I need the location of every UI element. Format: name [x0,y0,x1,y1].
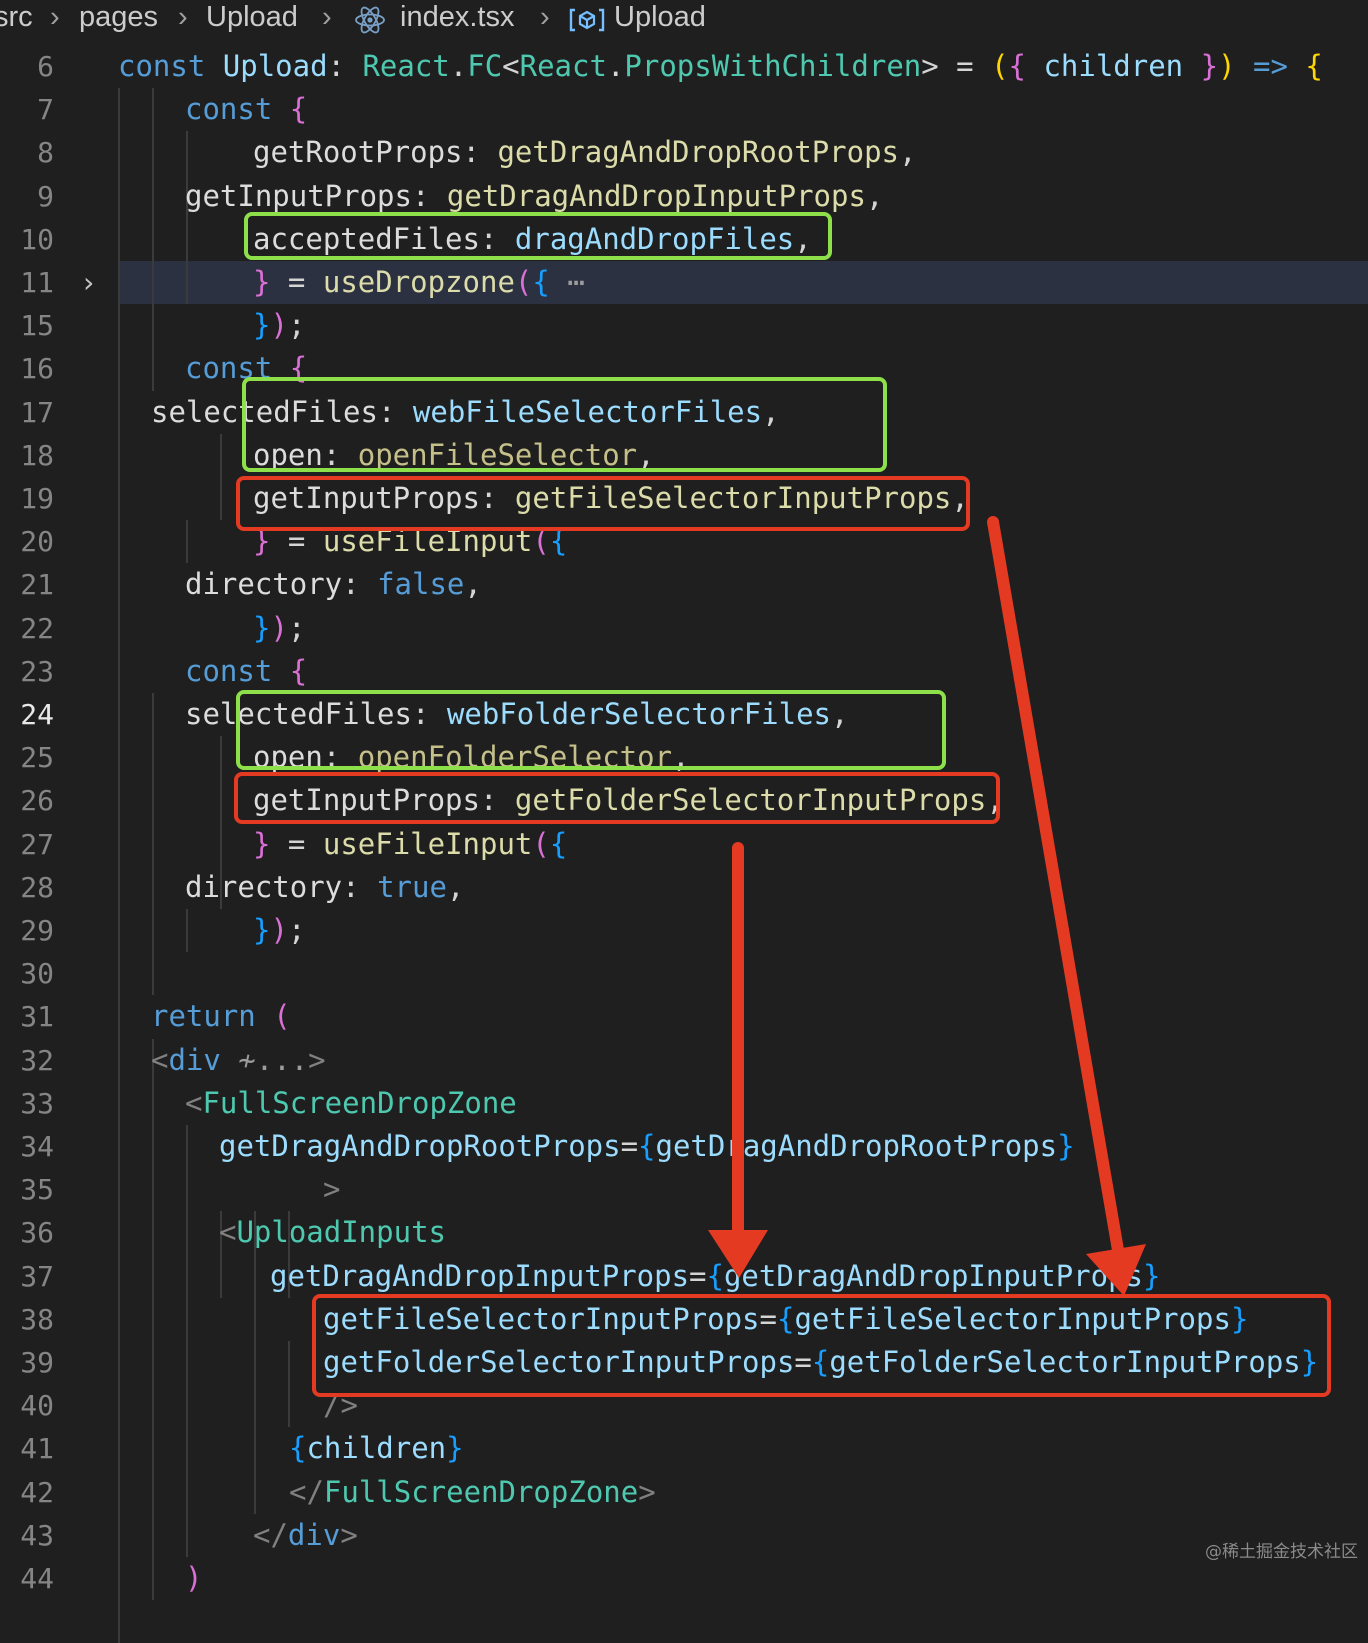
arrow-to-folder-props [708,842,768,1278]
annotation-arrows [708,516,1146,1296]
arrow-to-file-props [987,516,1146,1296]
watermark: @稀土掘金技术社区 [1205,1542,1358,1562]
